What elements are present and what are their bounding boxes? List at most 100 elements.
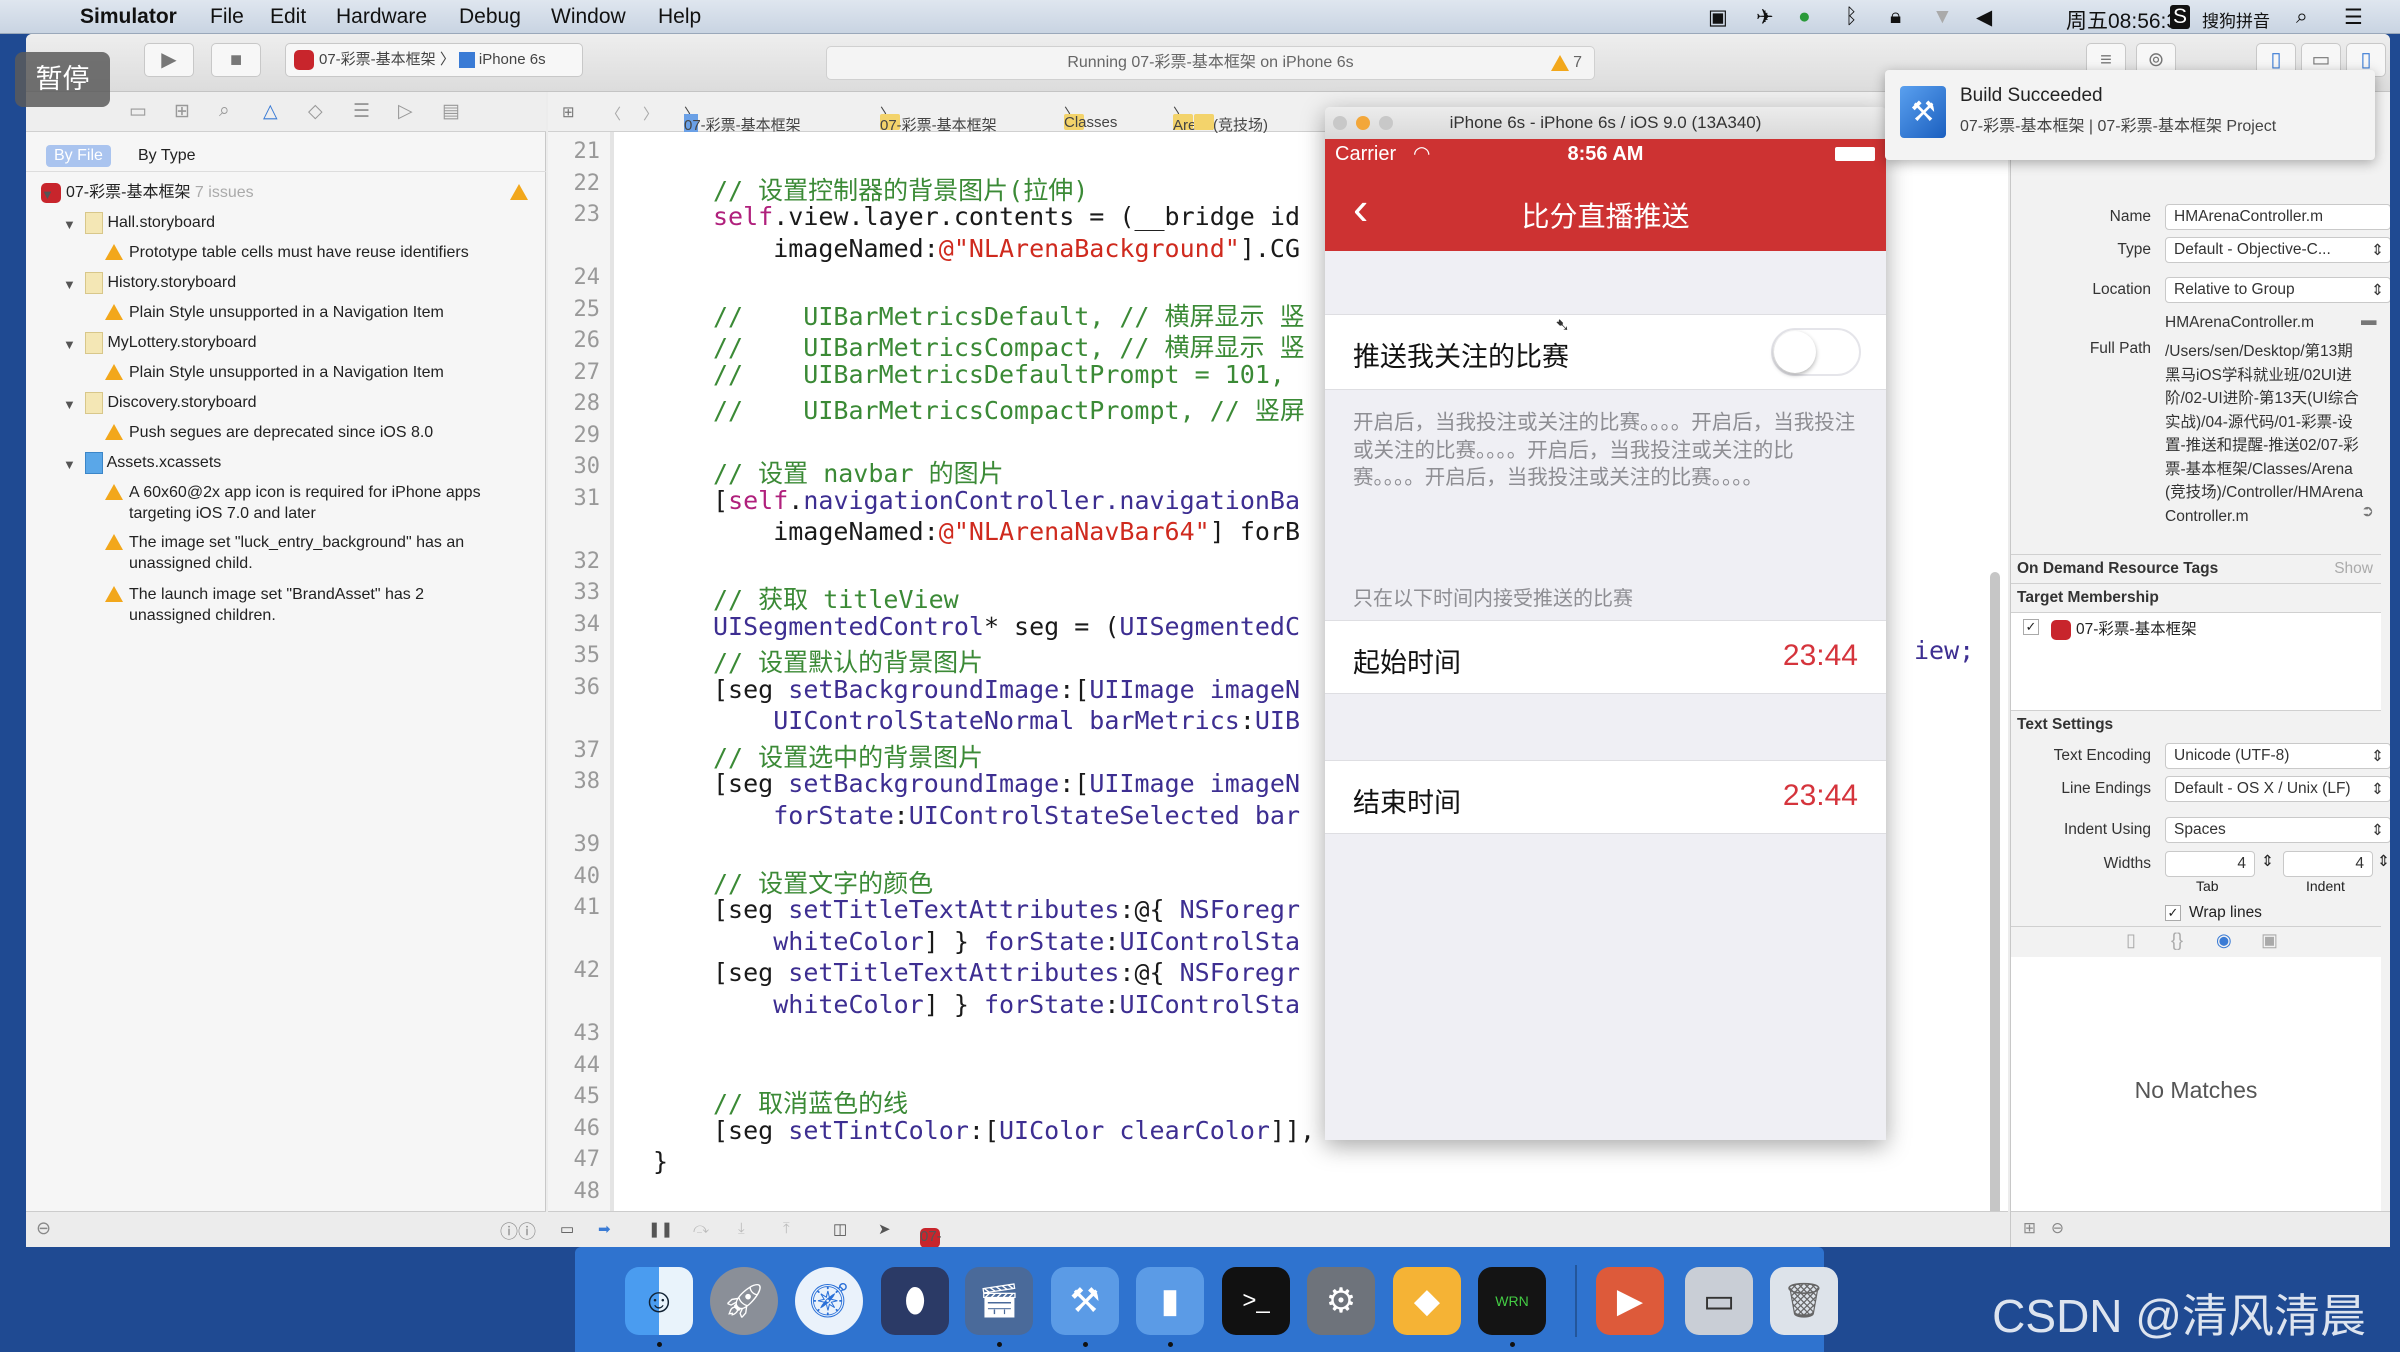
forward-icon[interactable]: 〉 — [643, 103, 658, 124]
safari-icon[interactable]: 🧭︎ — [795, 1267, 863, 1335]
volume-icon[interactable]: ◀ — [1976, 5, 1992, 30]
line-number[interactable]: 34 — [548, 612, 601, 637]
tab-width-stepper[interactable]: ⇕ — [2261, 852, 2274, 871]
end-time-cell[interactable]: 结束时间 23:44 — [1325, 760, 1886, 834]
notification-center-icon[interactable]: ☰ — [2344, 5, 2363, 30]
mouse-app-icon[interactable]: ⬮ — [881, 1267, 949, 1335]
by-file-tab[interactable]: By File — [46, 145, 111, 167]
tree-issue-row[interactable]: Push segues are deprecated since iOS 8.0 — [105, 422, 489, 443]
test-navigator-icon[interactable]: ◇ — [308, 100, 323, 123]
ime-icon[interactable]: S — [2170, 5, 2191, 29]
spotlight-icon[interactable]: ⌕ — [2296, 5, 2308, 29]
media-library-icon[interactable]: ▣ — [2261, 930, 2278, 951]
line-number[interactable]: 43 — [548, 1021, 601, 1046]
odr-show-button[interactable]: Show — [2334, 560, 2373, 578]
pause-overlay[interactable]: 暂停 — [15, 52, 110, 107]
type-select[interactable]: Default - Objective-C... ⇕ — [2165, 237, 2390, 263]
folder-icon[interactable]: ▬ — [2361, 312, 2377, 330]
tree-file-row[interactable]: ▼ Hall.storyboard — [63, 212, 215, 234]
bluetooth-icon[interactable]: ᛒ — [1845, 5, 1858, 29]
name-field[interactable]: HMArenaController.m — [2165, 204, 2390, 230]
line-number[interactable]: 38 — [548, 769, 601, 794]
view-debugger-icon[interactable]: ◫ — [833, 1220, 847, 1238]
tree-file-row[interactable]: ▼ Assets.xcassets — [63, 452, 221, 474]
minimize-button[interactable] — [1356, 116, 1370, 130]
build-notification[interactable]: ⚒ Build Succeeded 07-彩票-基本框架 | 07-彩票-基本框… — [1885, 70, 2375, 160]
project-navigator-icon[interactable]: ▭ — [129, 100, 147, 123]
disclosure-triangle[interactable]: ▼ — [63, 454, 76, 475]
line-number[interactable]: 22 — [548, 171, 601, 196]
filter-options-icon[interactable]: ⓘⓘ — [500, 1218, 536, 1244]
line-number[interactable]: 45 — [548, 1084, 601, 1109]
breadcrumb-group[interactable]: 07-彩票-基本框架 〉 — [880, 103, 997, 134]
step-over-icon[interactable]: ⤼ — [693, 1220, 709, 1237]
trash-icon[interactable]: 🗑︎ — [1770, 1267, 1838, 1335]
step-out-icon[interactable]: ⤒ — [783, 1220, 790, 1237]
line-number[interactable]: 24 — [548, 265, 601, 290]
indent-width-field[interactable]: 4 — [2283, 851, 2373, 877]
step-in-icon[interactable]: ⤓ — [738, 1220, 745, 1237]
code-line[interactable]: 48 — [548, 1179, 2008, 1211]
line-number[interactable]: 27 — [548, 360, 601, 385]
tree-issue-row[interactable]: A 60x60@2x app icon is required for iPho… — [105, 482, 489, 524]
screen-record-icon[interactable]: ▣ — [1708, 5, 1728, 30]
tree-issue-row[interactable]: The launch image set "BrandAsset" has 2 … — [105, 584, 489, 626]
line-number[interactable]: 31 — [548, 486, 601, 511]
breakpoints-toggle-icon[interactable]: ➡ — [598, 1220, 611, 1238]
menu-edit[interactable]: Edit — [270, 5, 306, 29]
tree-file-row[interactable]: ▼ History.storyboard — [63, 272, 236, 294]
scheme-selector[interactable]: 07-彩票-基本框架 〉 iPhone 6s — [285, 43, 583, 77]
line-number[interactable]: 32 — [548, 549, 601, 574]
target-checkbox[interactable]: ✓ — [2023, 619, 2039, 635]
breadcrumb-project[interactable]: 07-彩票-基本框架 〉 — [684, 103, 801, 134]
line-number[interactable]: 41 — [548, 895, 601, 920]
ime-label[interactable]: 搜狗拼音 — [2202, 7, 2270, 32]
line-number[interactable]: 39 — [548, 832, 601, 857]
line-number[interactable]: 30 — [548, 454, 601, 479]
line-number[interactable]: 33 — [548, 580, 601, 605]
menu-help[interactable]: Help — [658, 5, 701, 29]
find-navigator-icon[interactable]: ⌕ — [219, 100, 230, 122]
start-time-cell[interactable]: 起始时间 23:44 — [1325, 620, 1886, 694]
zoom-button[interactable] — [1379, 116, 1393, 130]
object-library-icon[interactable]: ◉ — [2216, 930, 2232, 951]
simulator-icon[interactable]: ▮ — [1136, 1267, 1204, 1335]
line-number[interactable]: 25 — [548, 297, 601, 322]
disclosure-triangle[interactable]: ▼ — [63, 394, 76, 415]
lock-icon[interactable]: 🔒︎ — [1890, 5, 1901, 29]
disclosure-triangle[interactable]: ▼ — [63, 334, 76, 355]
tab-width-field[interactable]: 4 — [2165, 851, 2255, 877]
menu-file[interactable]: File — [210, 5, 244, 29]
line-number[interactable]: 35 — [548, 643, 601, 668]
location-icon[interactable]: ➤ — [878, 1220, 891, 1238]
stop-button[interactable]: ■ — [211, 43, 261, 77]
run-button[interactable]: ▶ — [144, 43, 194, 77]
line-number[interactable]: 46 — [548, 1116, 601, 1141]
simulator-title-bar[interactable]: iPhone 6s - iPhone 6s / iOS 9.0 (13A340) — [1325, 107, 1886, 139]
disclosure-triangle[interactable]: ▼ — [41, 184, 54, 205]
tree-issue-row[interactable]: The image set "luck_entry_background" ha… — [105, 532, 489, 574]
xcode-icon[interactable]: ⚒ — [1051, 1267, 1119, 1335]
push-toggle[interactable] — [1771, 328, 1861, 376]
issue-navigator-icon[interactable]: △ — [263, 100, 278, 123]
line-number[interactable]: 21 — [548, 139, 601, 164]
breadcrumb-arena[interactable]: Arena(竞技场) 〉 — [1173, 103, 1268, 134]
green-status-icon[interactable]: ● — [1798, 5, 1811, 29]
line-number[interactable]: 36 — [548, 675, 601, 700]
tree-issue-row[interactable]: Plain Style unsupported in a Navigation … — [105, 302, 489, 323]
pause-icon[interactable]: ❚❚ — [648, 1220, 673, 1238]
line-number[interactable]: 29 — [548, 423, 601, 448]
close-button[interactable] — [1333, 116, 1347, 130]
disclosure-triangle[interactable]: ▼ — [63, 214, 76, 235]
finder-icon[interactable]: ☺ — [625, 1267, 693, 1335]
debug-navigator-icon[interactable]: ☰ — [353, 100, 370, 123]
line-number[interactable]: 47 — [548, 1147, 601, 1172]
line-number[interactable]: 48 — [548, 1179, 601, 1204]
filter-icon[interactable]: ⊖ — [2051, 1219, 2064, 1238]
screen-app-icon[interactable]: ▭ — [1685, 1267, 1753, 1335]
line-endings-select[interactable]: Default - OS X / Unix (LF) ⇕ — [2165, 776, 2390, 802]
editor-scrollbar[interactable] — [1990, 572, 2000, 1247]
location-select[interactable]: Relative to Group ⇕ — [2165, 277, 2390, 303]
tree-issue-row[interactable]: Prototype table cells must have reuse id… — [105, 242, 489, 263]
plane-icon[interactable]: ✈ — [1756, 5, 1774, 30]
